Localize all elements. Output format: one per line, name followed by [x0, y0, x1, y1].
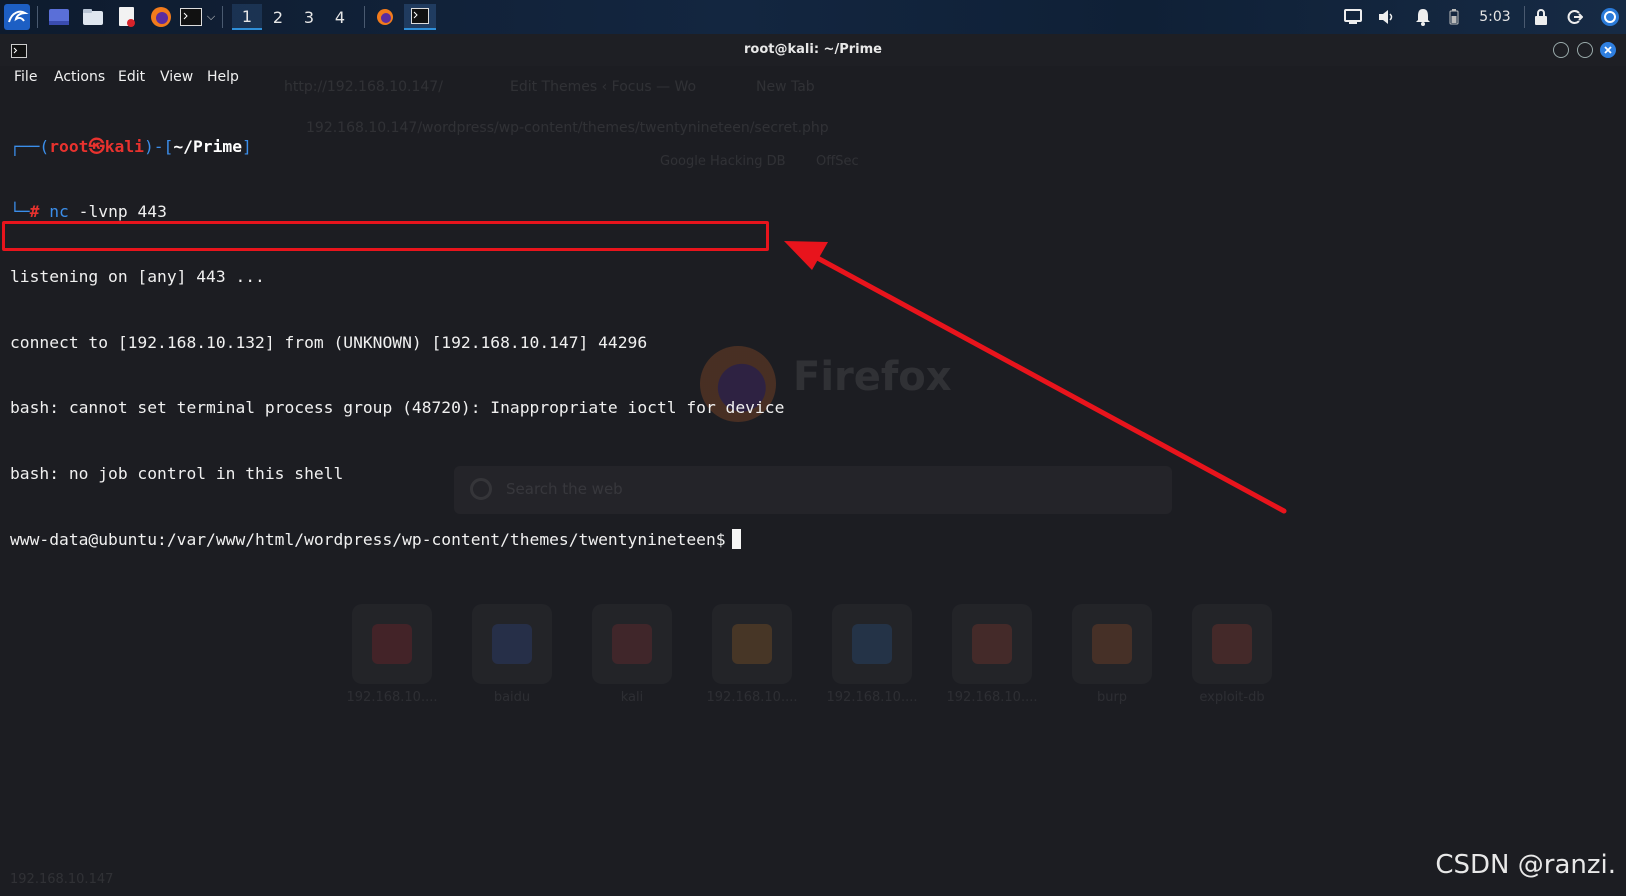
csdn-watermark: CSDN @ranzi.: [1435, 850, 1616, 880]
annotation-arrow: [784, 241, 1287, 514]
